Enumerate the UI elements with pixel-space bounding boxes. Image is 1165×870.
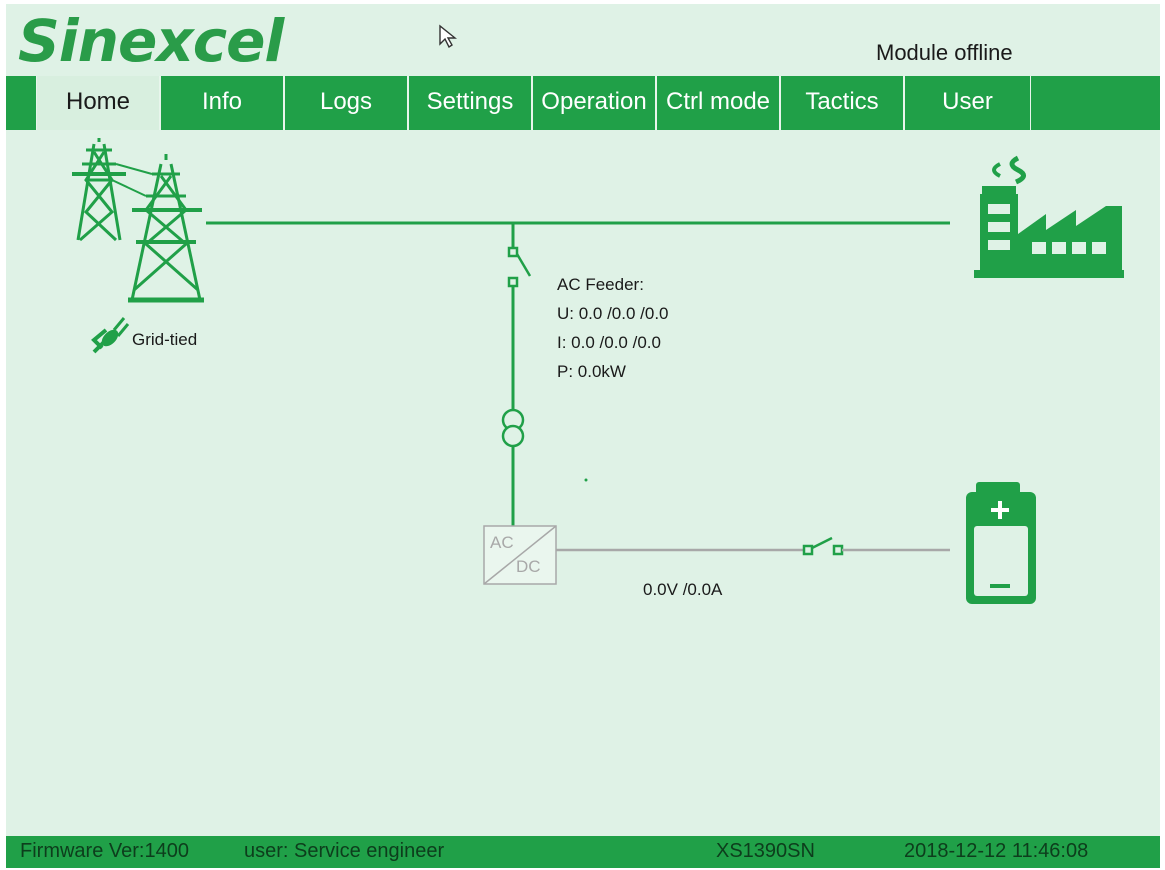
feeder-switch-icon [507, 246, 532, 288]
tab-tactics[interactable]: Tactics [780, 76, 904, 130]
single-line-diagram: AC DC Grid-tied AC Feeder: U: 0.0 /0.0 /… [6, 130, 1160, 838]
tab-logs[interactable]: Logs [284, 76, 408, 130]
tab-home[interactable]: Home [36, 76, 160, 130]
battery-icon [966, 482, 1036, 604]
tab-user[interactable]: User [904, 76, 1031, 130]
tab-operation[interactable]: Operation [532, 76, 656, 130]
tab-ctrl-mode[interactable]: Ctrl mode [656, 76, 780, 130]
sinexcel-logo: Sinexcel [18, 7, 284, 75]
feeder-power: P: 0.0kW [557, 362, 626, 381]
main-nav: Home Info Logs Settings Operation Ctrl m… [6, 76, 1160, 130]
firmware-version: Firmware Ver:1400 [20, 840, 189, 862]
mouse-cursor-icon [438, 24, 460, 55]
hmi-screen: Sinexcel Module offline Home Info Logs S… [6, 4, 1160, 868]
grid-plug-icon [91, 317, 130, 354]
ac-feeder-readout: AC Feeder: U: 0.0 /0.0 /0.0 I: 0.0 /0.0 … [557, 270, 669, 386]
feeder-current: I: 0.0 /0.0 /0.0 [557, 333, 661, 352]
transformer-icon [501, 408, 525, 448]
battery-reading: 0.0V /0.0A [643, 580, 723, 599]
feeder-voltage: U: 0.0 /0.0 /0.0 [557, 304, 669, 323]
converter-ac-label: AC [490, 533, 514, 552]
serial-number: XS1390SN [716, 840, 815, 862]
power-tower-icon [72, 138, 204, 303]
tab-info[interactable]: Info [160, 76, 284, 130]
module-status-text: Module offline [876, 40, 1013, 65]
dc-switch-icon [802, 536, 844, 556]
converter-dc-label: DC [516, 557, 541, 576]
feeder-title: AC Feeder: [557, 275, 644, 294]
factory-icon [974, 155, 1124, 278]
date-time: 2018-12-12 11:46:08 [904, 840, 1089, 862]
grid-status-label: Grid-tied [132, 330, 198, 349]
tab-settings[interactable]: Settings [408, 76, 532, 130]
status-bar: Firmware Ver:1400 user: Service engineer… [6, 836, 1160, 868]
current-user: user: Service engineer [244, 840, 445, 862]
